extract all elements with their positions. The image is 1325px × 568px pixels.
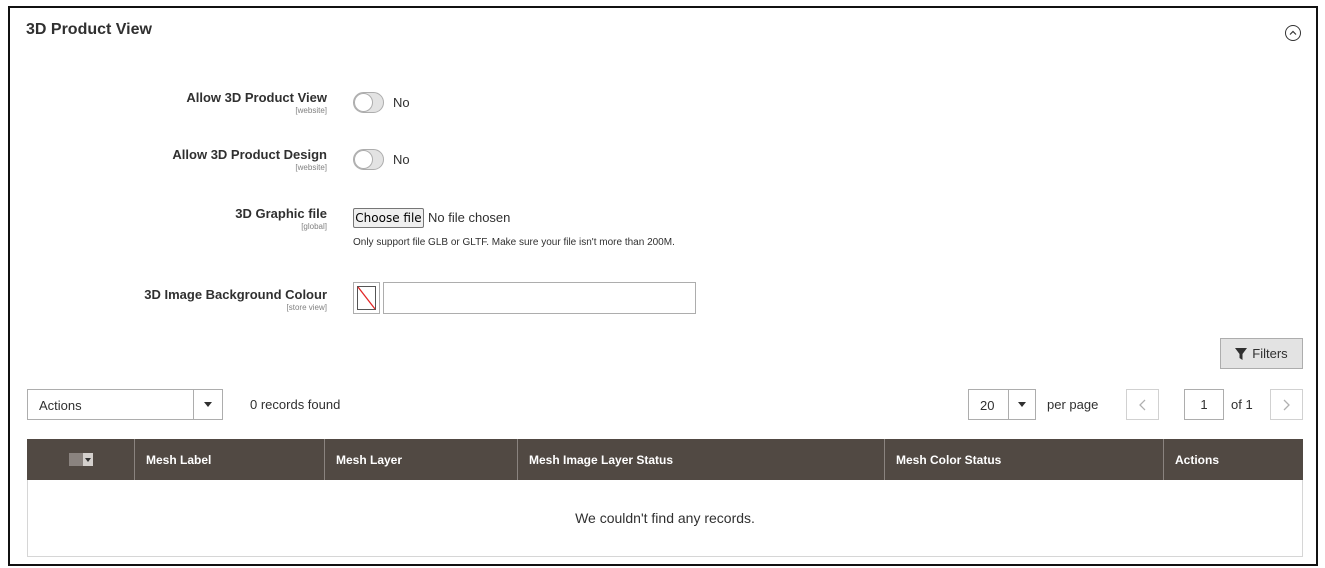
column-header-actions: Actions bbox=[1175, 452, 1220, 467]
filters-button[interactable]: Filters bbox=[1220, 338, 1303, 369]
chevron-right-icon bbox=[1283, 399, 1290, 410]
page-total: of 1 bbox=[1231, 397, 1253, 412]
next-page-button[interactable] bbox=[1270, 389, 1303, 420]
caret-down-icon bbox=[193, 390, 222, 419]
grid-header-row: Mesh Label Mesh Layer Mesh Image Layer S… bbox=[27, 439, 1303, 480]
toggle-knob bbox=[354, 150, 373, 169]
bg-colour-input[interactable] bbox=[383, 282, 696, 314]
allow-view-toggle[interactable] bbox=[353, 92, 384, 113]
page-number-input[interactable]: 1 bbox=[1184, 389, 1224, 420]
caret-down-icon bbox=[1008, 390, 1035, 419]
file-note: Only support file GLB or GLTF. Make sure… bbox=[353, 237, 675, 248]
3d-product-view-panel: 3D Product View Allow 3D Product View [w… bbox=[8, 6, 1318, 566]
choose-file-button[interactable]: Choose file bbox=[353, 208, 424, 228]
graphic-file-label: 3D Graphic file bbox=[235, 206, 327, 221]
allow-design-scope: [website] bbox=[295, 163, 327, 172]
allow-view-label-group: Allow 3D Product View [website] bbox=[186, 90, 327, 115]
column-header-mesh-label[interactable]: Mesh Label bbox=[135, 439, 325, 480]
filters-label: Filters bbox=[1252, 346, 1288, 361]
chevron-left-icon bbox=[1139, 399, 1146, 410]
grid-empty-row: We couldn't find any records. bbox=[27, 480, 1303, 557]
no-color-icon bbox=[357, 286, 376, 310]
allow-design-toggle[interactable] bbox=[353, 149, 384, 170]
column-header-mesh-image-layer-status[interactable]: Mesh Image Layer Status bbox=[518, 439, 885, 480]
graphic-file-scope: [global] bbox=[301, 222, 327, 231]
per-page-select[interactable]: 20 bbox=[968, 389, 1036, 420]
caret-down-icon bbox=[82, 453, 93, 466]
allow-view-value: No bbox=[393, 95, 410, 110]
mass-actions-select[interactable]: Actions bbox=[27, 389, 223, 420]
toggle-knob bbox=[354, 93, 373, 112]
mass-select-checkbox[interactable] bbox=[68, 453, 93, 466]
funnel-icon bbox=[1235, 347, 1248, 360]
color-swatch[interactable] bbox=[353, 282, 380, 314]
column-header-mesh-layer[interactable]: Mesh Layer bbox=[325, 439, 518, 480]
bg-colour-scope: [store view] bbox=[286, 303, 327, 312]
bg-colour-label: 3D Image Background Colour bbox=[144, 287, 327, 302]
allow-design-value: No bbox=[393, 152, 410, 167]
checkbox-box bbox=[68, 453, 83, 466]
bg-colour-label-group: 3D Image Background Colour [store view] bbox=[144, 287, 327, 312]
section-title: 3D Product View bbox=[26, 21, 152, 38]
file-status-text: No file chosen bbox=[428, 210, 511, 225]
allow-view-label: Allow 3D Product View bbox=[186, 90, 327, 105]
actions-select-label: Actions bbox=[39, 398, 82, 413]
column-header-mesh-color-status[interactable]: Mesh Color Status bbox=[885, 439, 1164, 480]
empty-message: We couldn't find any records. bbox=[575, 510, 755, 526]
chevron-up-circle-icon[interactable] bbox=[1285, 25, 1301, 41]
per-page-label: per page bbox=[1047, 397, 1099, 412]
records-found: 0 records found bbox=[250, 397, 341, 412]
per-page-value: 20 bbox=[980, 398, 995, 413]
allow-view-scope: [website] bbox=[295, 106, 327, 115]
allow-design-label: Allow 3D Product Design bbox=[172, 147, 327, 162]
allow-design-label-group: Allow 3D Product Design [website] bbox=[172, 147, 327, 172]
mass-select-column[interactable] bbox=[27, 439, 135, 480]
prev-page-button[interactable] bbox=[1126, 389, 1159, 420]
mesh-grid: Mesh Label Mesh Layer Mesh Image Layer S… bbox=[27, 439, 1303, 557]
graphic-file-label-group: 3D Graphic file [global] bbox=[235, 206, 327, 231]
